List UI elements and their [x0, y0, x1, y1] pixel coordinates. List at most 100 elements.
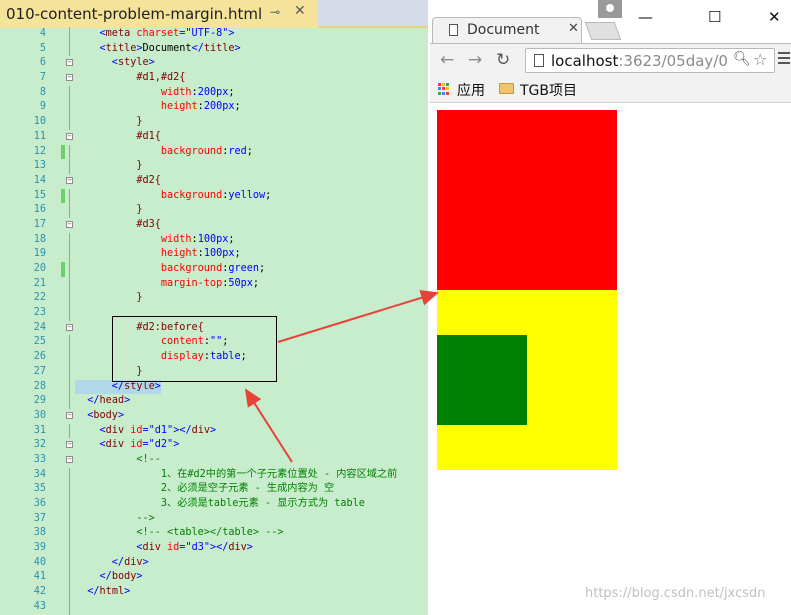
code-line[interactable]: 29 </head> [0, 394, 428, 409]
line-number: 4 [39, 28, 46, 39]
line-number: 32 [33, 439, 46, 451]
editor-tab[interactable]: 010-content-problem-margin.html ⊸ ✕ [0, 0, 318, 28]
fold-toggle-icon[interactable]: − [66, 455, 73, 463]
bookmark-star-icon[interactable]: ☆ [753, 50, 767, 69]
code-line[interactable]: 37 --> [0, 511, 428, 527]
code-text: #d1{ [75, 130, 161, 142]
code-line[interactable]: 33 − <!-- [0, 453, 428, 468]
code-line[interactable]: 22 } [0, 291, 428, 307]
code-text: <div id="d3"></div> [75, 542, 253, 554]
code-line[interactable]: 9 height:200px; [0, 100, 428, 116]
code-line[interactable]: 31 <div id="d1"></div> [0, 423, 428, 439]
code-line[interactable]: 8 width:200px; [0, 85, 428, 101]
code-line[interactable]: 17 − #d3{ [0, 218, 428, 233]
bookmark-tgb-project[interactable]: TGB项目 [520, 80, 577, 100]
browser-tab-title: Document [467, 22, 540, 38]
close-tab-icon[interactable]: ✕ [294, 3, 306, 19]
fold-toggle-icon[interactable]: − [66, 411, 73, 419]
zoom-icon[interactable]: 🔍︎ [733, 51, 751, 67]
line-number: 7 [39, 72, 46, 84]
browser-toolbar: ← → ↻ localhost:3623/05day/0 🔍︎ ☆ [430, 43, 791, 75]
line-number: 16 [33, 204, 46, 216]
code-line[interactable]: 4 <meta charset="UTF-8"> [0, 27, 428, 42]
code-line[interactable]: 42 </html> [0, 585, 428, 600]
fold-toggle-icon[interactable]: − [66, 59, 73, 67]
reload-button[interactable]: ↻ [496, 50, 510, 70]
browser-window: Document ✕ — ☐ ✕ ← → ↻ localhost:3623/05… [430, 0, 791, 615]
document-icon [449, 24, 458, 36]
change-marker [61, 144, 65, 160]
code-line[interactable]: 34 1、在#d2中的第一个子元素位置处 - 内容区域之前 [0, 467, 428, 483]
code-line[interactable]: 43 [0, 599, 428, 615]
fold-toggle-icon[interactable]: − [66, 74, 73, 82]
code-line[interactable]: 11 − #d1{ [0, 130, 428, 145]
code-editor[interactable]: 010-content-problem-margin.html ⊸ ✕ 4 <m… [0, 0, 428, 615]
fold-guide [69, 41, 70, 57]
user-profile-icon[interactable] [598, 0, 622, 18]
code-line[interactable]: 38 <!-- <table></table> --> [0, 526, 428, 542]
code-line[interactable]: 14 − #d2{ [0, 174, 428, 189]
code-line[interactable]: 6 − <style> [0, 56, 428, 71]
code-line[interactable]: 12 background:red; [0, 144, 428, 160]
code-text: <body> [75, 409, 125, 421]
code-text: width:100px; [75, 233, 235, 245]
code-line[interactable]: 15 background:yellow; [0, 188, 428, 204]
code-line[interactable]: 20 background:green; [0, 262, 428, 277]
pin-icon[interactable]: ⊸ [270, 5, 280, 19]
code-line[interactable]: 19 height:100px; [0, 247, 428, 262]
forward-button[interactable]: → [468, 50, 482, 70]
code-line[interactable]: 32 − <div id="d2"> [0, 438, 428, 453]
browser-tab[interactable]: Document ✕ [432, 17, 582, 43]
code-text: } [75, 116, 143, 128]
code-line[interactable]: 39 <div id="d3"></div> [0, 541, 428, 556]
fold-toggle-icon[interactable]: − [66, 323, 73, 331]
back-button[interactable]: ← [440, 50, 454, 70]
code-line[interactable]: 18 width:100px; [0, 232, 428, 248]
apps-icon[interactable] [438, 83, 450, 95]
minimize-button[interactable]: — [638, 8, 653, 26]
line-number: 13 [33, 160, 46, 172]
code-text: <div id="d1"></div> [75, 424, 217, 436]
code-text: </div> [75, 556, 149, 568]
line-number: 11 [33, 130, 46, 142]
close-window-button[interactable]: ✕ [768, 8, 781, 26]
screen: 010-content-problem-margin.html ⊸ ✕ 4 <m… [0, 0, 791, 615]
fold-toggle-icon[interactable]: − [66, 176, 73, 184]
code-line[interactable]: 30 − <body> [0, 409, 428, 424]
menu-icon[interactable] [778, 52, 790, 68]
code-line[interactable]: 36 3、必须是table元素 - 显示方式为 table [0, 497, 428, 512]
line-number: 41 [33, 571, 46, 583]
fold-toggle-icon[interactable]: − [66, 132, 73, 140]
fold-guide [69, 364, 70, 380]
address-bar[interactable]: localhost:3623/05day/0 🔍︎ ☆ [525, 48, 775, 73]
fold-guide [69, 27, 70, 42]
editor-tab-filename: 010-content-problem-margin.html [6, 5, 263, 23]
code-line[interactable]: 5 <title>Document</title> [0, 41, 428, 57]
line-number: 18 [33, 233, 46, 245]
fold-guide [69, 599, 70, 615]
fold-guide [69, 291, 70, 307]
line-number: 30 [33, 409, 46, 421]
line-number: 14 [33, 174, 46, 186]
maximize-button[interactable]: ☐ [708, 8, 721, 26]
fold-guide [69, 555, 70, 571]
new-tab-button[interactable] [584, 22, 622, 40]
browser-titlebar: Document ✕ — ☐ ✕ [430, 0, 791, 43]
bookmark-apps[interactable]: 应用 [457, 80, 485, 100]
code-text: <!-- [75, 453, 161, 465]
code-line[interactable]: 40 </div> [0, 555, 428, 571]
code-line[interactable]: 10 } [0, 115, 428, 130]
fold-guide [69, 232, 70, 248]
code-line[interactable]: 35 2、必须是空子元素 - 生成内容为 空 [0, 482, 428, 497]
code-line[interactable]: 21 margin-top:50px; [0, 276, 428, 292]
fold-toggle-icon[interactable]: − [66, 441, 73, 449]
fold-toggle-icon[interactable]: − [66, 220, 73, 228]
close-tab-icon[interactable]: ✕ [568, 21, 579, 36]
fold-guide [69, 306, 70, 321]
code-line[interactable]: 16 } [0, 203, 428, 218]
line-number: 28 [33, 380, 46, 392]
highlight-box-before-rule [112, 316, 277, 382]
code-line[interactable]: 7 − #d1,#d2{ [0, 71, 428, 86]
code-line[interactable]: 13 } [0, 159, 428, 174]
code-line[interactable]: 41 </body> [0, 570, 428, 586]
